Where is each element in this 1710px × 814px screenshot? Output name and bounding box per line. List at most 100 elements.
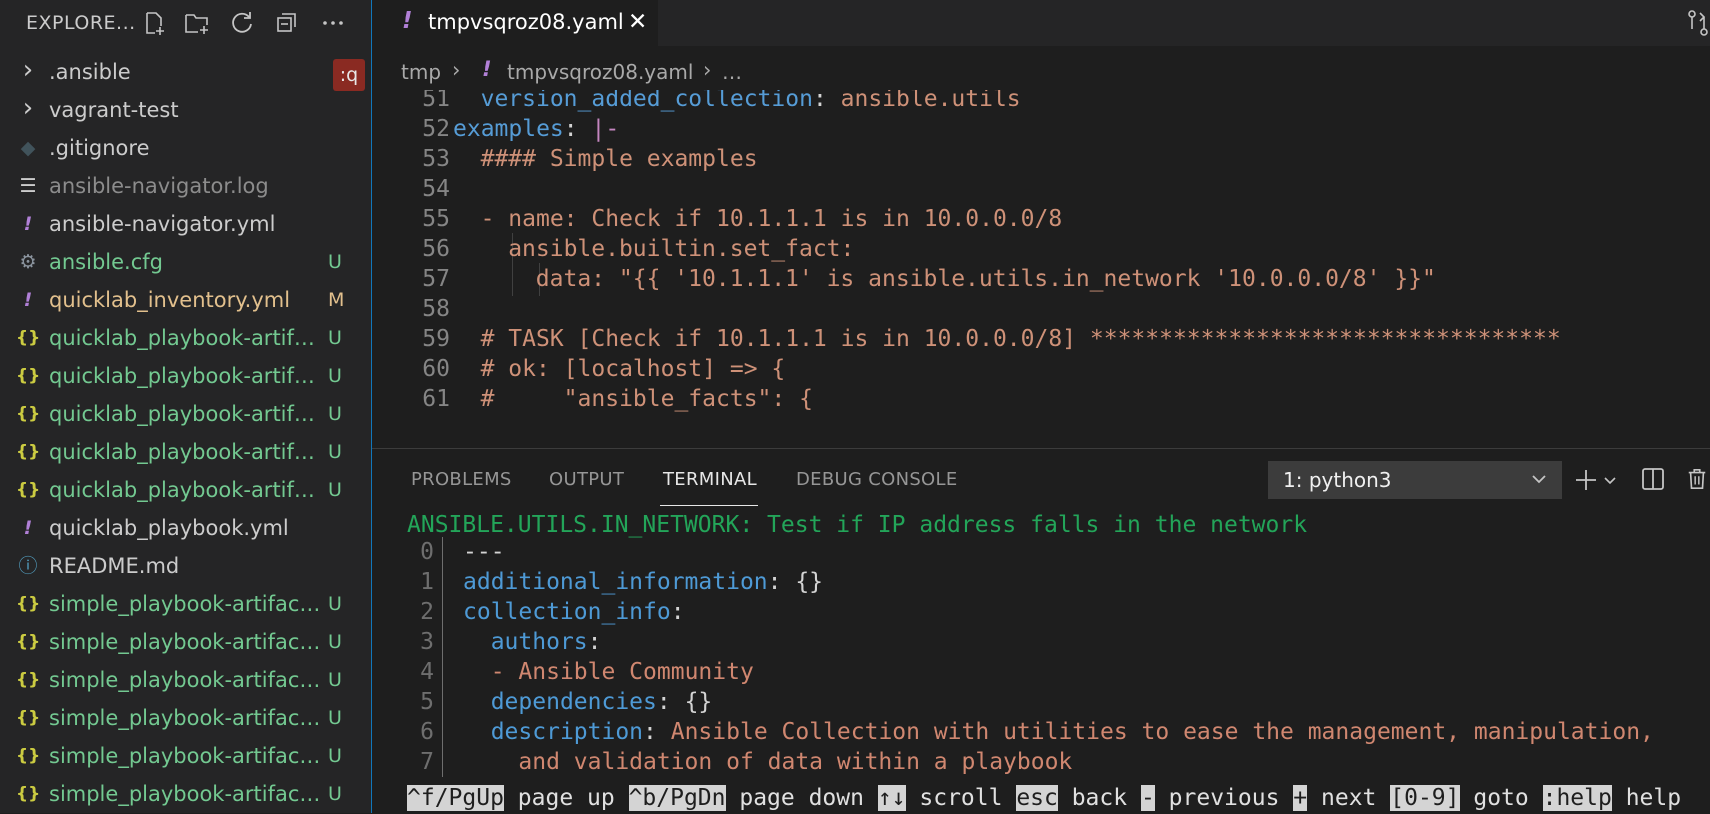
code-token: - Ansible Community [490,659,754,685]
key-hint-label: page down [725,785,878,811]
tab-terminal[interactable]: TERMINAL [663,469,757,490]
code-token: data: "{{ '10.1.1.1' is ansible.utils.in… [535,266,1436,292]
yaml-exclamation-icon: ! [23,213,33,235]
code-token: # ok: [localhost] => { [480,356,786,382]
split-terminal-icon[interactable] [1641,467,1665,495]
file-tree-item[interactable]: {} simple_playbook-artifact-2022-06-03.js… [0,661,372,699]
git-status-badge: U [328,365,342,387]
code-text: examples: |- [453,113,619,146]
file-tree-item[interactable]: {} quicklab_playbook-artifact-2022-06-01.… [0,319,372,357]
file-tree-item[interactable]: ⚙ ansible.cfg U [0,243,372,281]
refresh-icon[interactable] [229,10,255,36]
git-status-badge: U [328,479,342,501]
file-tree-item[interactable]: ! quicklab_inventory.yml M [0,281,372,319]
line-number: 7 [420,749,434,775]
file-tree-item[interactable]: {} simple_playbook-artifact-2022-06-02.js… [0,623,372,661]
more-actions-icon[interactable] [320,10,346,36]
file-tree-label: ansible.cfg [49,250,163,274]
gutter-divider [442,627,443,657]
file-tree-label: quicklab_playbook-artifact-2022-06-02.js… [49,364,321,388]
file-tree-item[interactable]: ! ansible-navigator.yml [0,205,372,243]
yaml-exclamation-icon: ! [402,8,413,34]
breadcrumb-file[interactable]: tmpvsqroz08.yaml [507,60,693,84]
terminal-text: and validation of data within a playbook [463,747,1072,777]
line-number: 55 [422,206,450,232]
breadcrumb-symbols[interactable]: … [722,60,742,84]
new-terminal-icon[interactable] [1574,468,1598,496]
chevron-down-icon[interactable] [1530,470,1548,488]
chevron-right-icon: › [452,58,461,82]
yaml-exclamation-icon: ! [23,289,33,311]
line-number: 59 [422,326,450,352]
file-tree: › .ansible › vagrant-test ◆ .gitignore ☰ ansibl… [0,53,372,813]
git-icon: ◆ [20,137,36,159]
git-status-badge: U [328,707,342,729]
file-tree-item[interactable]: ☰ ansible-navigator.log [0,167,372,205]
file-tree-item[interactable]: {} quicklab_playbook-artifact-2022-06-02.… [0,357,372,395]
breadcrumb-folder[interactable]: tmp [401,60,441,84]
git-status-badge: U [328,669,342,691]
file-tree-label: ansible-navigator.yml [49,212,276,236]
compare-changes-icon[interactable] [1686,8,1710,38]
explorer-header: EXPLORE... [0,0,372,48]
file-tree-item[interactable]: {} simple_playbook-artifact-2022-06-04.js… [0,699,372,737]
terminal-text: additional_information: {} [463,567,823,597]
gear-icon: ⚙ [19,251,37,273]
file-tree-item[interactable]: ! quicklab_playbook.yml [0,509,372,547]
file-tree-item[interactable]: {} quicklab_playbook-artifact-2022-06-03.… [0,395,372,433]
git-status-badge: U [328,783,342,805]
code-token: : [563,116,592,142]
key-hint-label: previous [1154,785,1294,811]
json-braces-icon: {} [16,746,41,766]
tab-debug-console[interactable]: DEBUG CONSOLE [796,469,958,490]
tab-label[interactable]: tmpvsqroz08.yaml [428,10,624,34]
code-token: : [643,719,671,745]
key-hint: - [1140,785,1155,811]
close-icon[interactable]: ✕ [628,9,647,35]
gutter-divider [442,567,443,597]
file-tree-item[interactable]: ◆ .gitignore [0,129,372,167]
file-tree-item[interactable]: {} quicklab_playbook-artifact-2022-06-04.… [0,433,372,471]
code-text: # TASK [Check if 10.1.1.1 is in 10.0.0.0… [481,323,1561,356]
line-number: 5 [420,689,434,715]
key-hint-label: goto [1459,785,1543,811]
code-text: # "ansible_facts": { [481,383,813,416]
file-tree-item[interactable]: ⓘ README.md [0,547,372,585]
key-hint: ^f/PgUp [407,785,504,811]
line-number: 4 [420,659,434,685]
file-tree-item[interactable]: › vagrant-test [0,91,372,129]
new-folder-icon[interactable] [184,10,210,36]
trash-icon[interactable] [1686,467,1708,495]
file-tree-label: simple_playbook-artifact-2022-06-03.json [49,668,321,692]
file-tree-label: .ansible [49,60,131,84]
json-braces-icon: {} [16,328,41,348]
file-tree-item[interactable]: › .ansible [0,53,372,91]
vim-quit-badge[interactable]: :q [333,59,365,91]
file-tree-label: simple_playbook-artifact-2022-06-04.json [49,706,321,730]
file-tree-item[interactable]: {} simple_playbook-artifact-2022-06-06.js… [0,775,372,813]
line-number: 52 [422,116,450,142]
code-token: : [812,90,841,112]
git-status-badge: U [328,251,342,273]
git-status-badge: U [328,441,342,463]
git-status-badge: M [328,289,345,311]
code-token: ansible.builtin.set_fact: [508,236,855,262]
collapse-all-icon[interactable] [274,10,300,36]
file-tree-item[interactable]: {} quicklab_playbook-artifact-2022-06-05.… [0,471,372,509]
chevron-down-icon[interactable] [1603,473,1617,492]
key-hint: [0-9] [1390,785,1460,811]
gutter-divider [442,657,443,687]
line-number: 57 [422,266,450,292]
tab-problems[interactable]: PROBLEMS [411,469,512,490]
file-tree-label: quicklab_inventory.yml [49,288,291,312]
new-file-icon[interactable] [141,10,167,36]
code-editor[interactable]: 51 version_added_collection: ansible.util… [372,90,1710,448]
file-tree-item[interactable]: {} simple_playbook-artifact-2022-06-05.js… [0,737,372,775]
tab-output[interactable]: OUTPUT [549,469,624,490]
code-token: collection_info [463,599,671,625]
terminal-select-value[interactable]: 1: python3 [1283,468,1392,492]
file-tree-item[interactable]: {} simple_playbook-artifact-2022-06-01.js… [0,585,372,623]
code-text: #### Simple examples [481,143,758,176]
